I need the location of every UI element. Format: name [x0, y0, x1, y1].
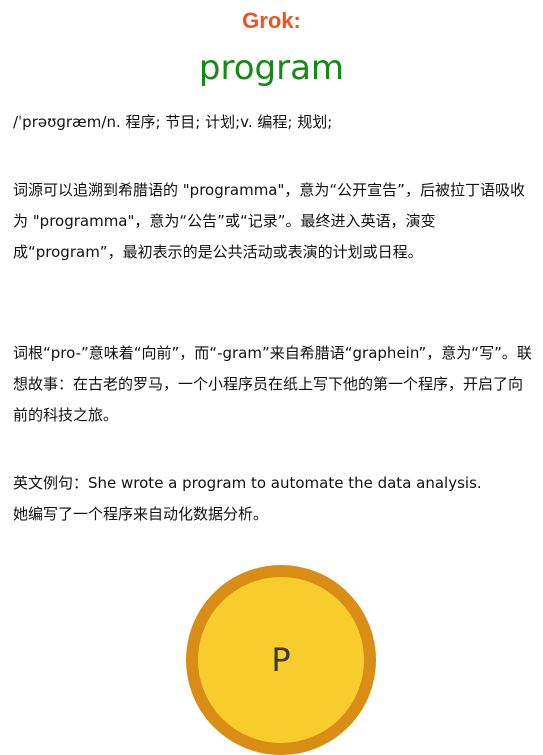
example-chinese: 她编写了一个程序来自动化数据分析。 — [13, 505, 269, 523]
word-root-text: 词根“pro-”意味着“向前”，而“-gram”来自希腊语“graphein”，… — [13, 344, 532, 424]
coin-letter: P — [271, 641, 291, 679]
letter-coin: P — [186, 565, 376, 755]
brand-title: Grok: — [242, 8, 301, 33]
headword: program — [198, 48, 345, 88]
example-block: 英文例句：She wrote a program to automate the… — [13, 468, 533, 530]
definition-text: /ˈprəʊɡræm/n. 程序; 节目; 计划;v. 编程; 规划; — [13, 113, 333, 131]
etymology-text: 词源可以追溯到希腊语的 "programma"，意为“公开宣告”，后被拉丁语吸收… — [13, 181, 525, 261]
example-english: 英文例句：She wrote a program to automate the… — [13, 474, 482, 492]
